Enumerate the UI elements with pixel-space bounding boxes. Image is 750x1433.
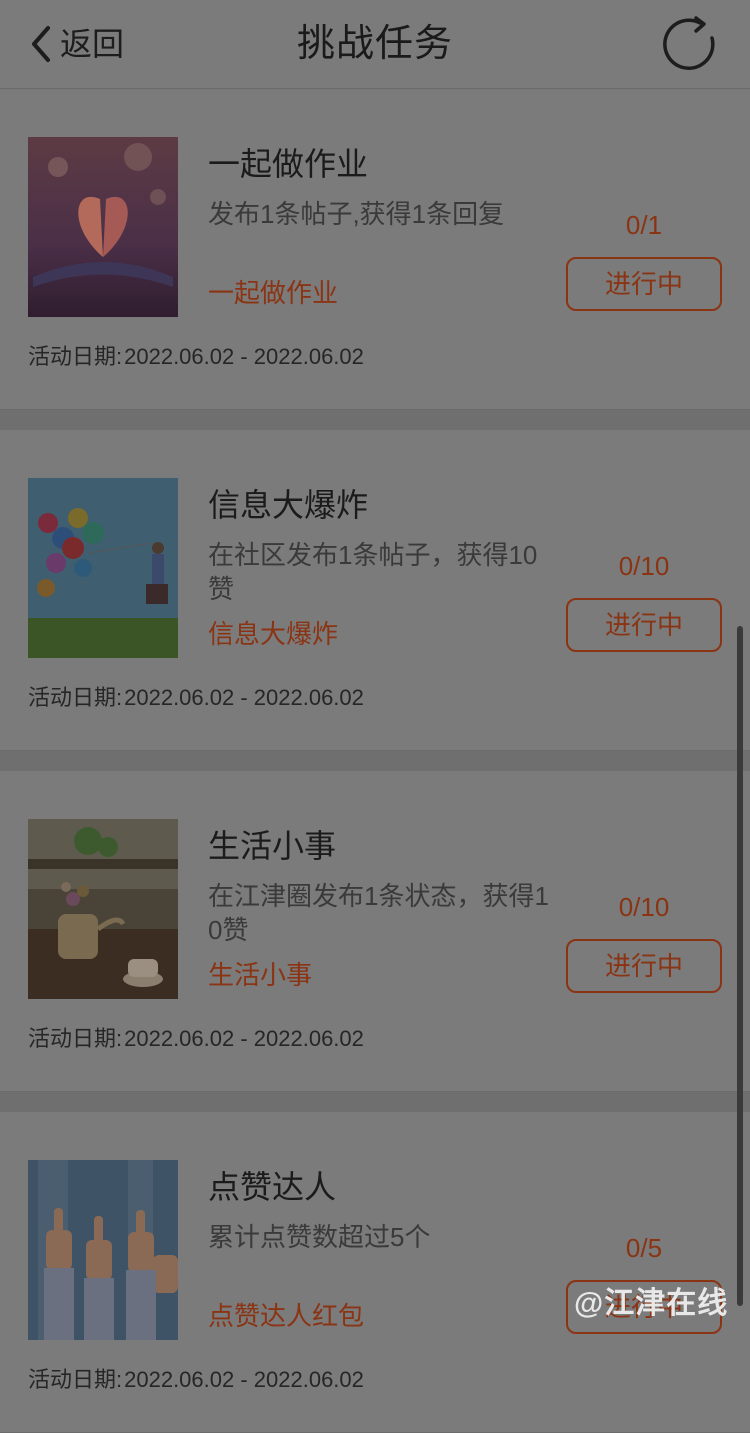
task-card[interactable]: 信息大爆炸 在社区发布1条帖子，获得10赞 信息大爆炸 0/10 进行中 活动日… [0, 430, 750, 751]
task-reward: 点赞达人红包 [208, 1301, 365, 1331]
refresh-icon[interactable] [660, 14, 720, 74]
dates-value: 2022.06.02 - 2022.06.02 [124, 1026, 364, 1051]
card-separator [0, 1092, 750, 1112]
task-title: 信息大爆炸 [208, 487, 369, 523]
task-progress: 0/10 [618, 892, 670, 922]
dates-value: 2022.06.02 - 2022.06.02 [124, 1367, 364, 1392]
dates-value: 2022.06.02 - 2022.06.02 [124, 344, 364, 369]
status-button[interactable]: 进行中 [566, 257, 722, 311]
task-progress: 0/5 [625, 1233, 663, 1263]
task-thumbnail-book-heart [28, 137, 178, 317]
task-description: 在社区发布1条帖子，获得10赞 [208, 540, 538, 604]
status-button[interactable]: 进行中 [566, 939, 722, 993]
watermark: @江津在线 [574, 1287, 729, 1320]
task-reward: 一起做作业 [208, 278, 339, 308]
page-title: 挑战任务 [296, 23, 453, 65]
dates-label: 活动日期: [28, 344, 123, 369]
task-description: 发布1条帖子,获得1条回复 [208, 199, 505, 229]
task-card[interactable]: 点赞达人 累计点赞数超过5个 点赞达人红包 0/5 进行中 活动日期:2022.… [0, 1112, 750, 1433]
task-card[interactable]: 生活小事 在江津圈发布1条状态，获得10赞 生活小事 0/10 进行中 活动日期… [0, 771, 750, 1092]
card-separator [0, 410, 750, 430]
scrollbar[interactable] [737, 626, 743, 1306]
task-thumbnail-teapot-flowers [28, 819, 178, 999]
dates-label: 活动日期: [28, 1367, 123, 1392]
task-card[interactable]: 一起做作业 发布1条帖子,获得1条回复 一起做作业 0/1 进行中 活动日期:2… [0, 89, 750, 410]
task-dates: 活动日期:2022.06.02 - 2022.06.02 [28, 341, 364, 373]
task-dates: 活动日期:2022.06.02 - 2022.06.02 [28, 1364, 364, 1396]
task-progress: 0/10 [618, 551, 670, 581]
dates-value: 2022.06.02 - 2022.06.02 [124, 685, 364, 710]
dates-label: 活动日期: [28, 685, 123, 710]
task-reward: 生活小事 [208, 960, 313, 990]
nav-bar: 返回 挑战任务 [0, 0, 750, 89]
task-thumbnail-balloons [28, 478, 178, 658]
task-description: 在江津圈发布1条状态，获得10赞 [208, 881, 549, 945]
task-thumbnail-thumbs-up [28, 1160, 178, 1340]
task-dates: 活动日期:2022.06.02 - 2022.06.02 [28, 682, 364, 714]
task-progress: 0/1 [625, 210, 663, 240]
task-description: 累计点赞数超过5个 [208, 1222, 431, 1252]
card-separator [0, 751, 750, 771]
dates-label: 活动日期: [28, 1026, 123, 1051]
task-title: 生活小事 [208, 828, 337, 864]
task-reward: 信息大爆炸 [208, 619, 339, 649]
task-title: 点赞达人 [208, 1169, 337, 1205]
status-button[interactable]: 进行中 [566, 598, 722, 652]
task-title: 一起做作业 [208, 146, 369, 182]
task-dates: 活动日期:2022.06.02 - 2022.06.02 [28, 1023, 364, 1055]
